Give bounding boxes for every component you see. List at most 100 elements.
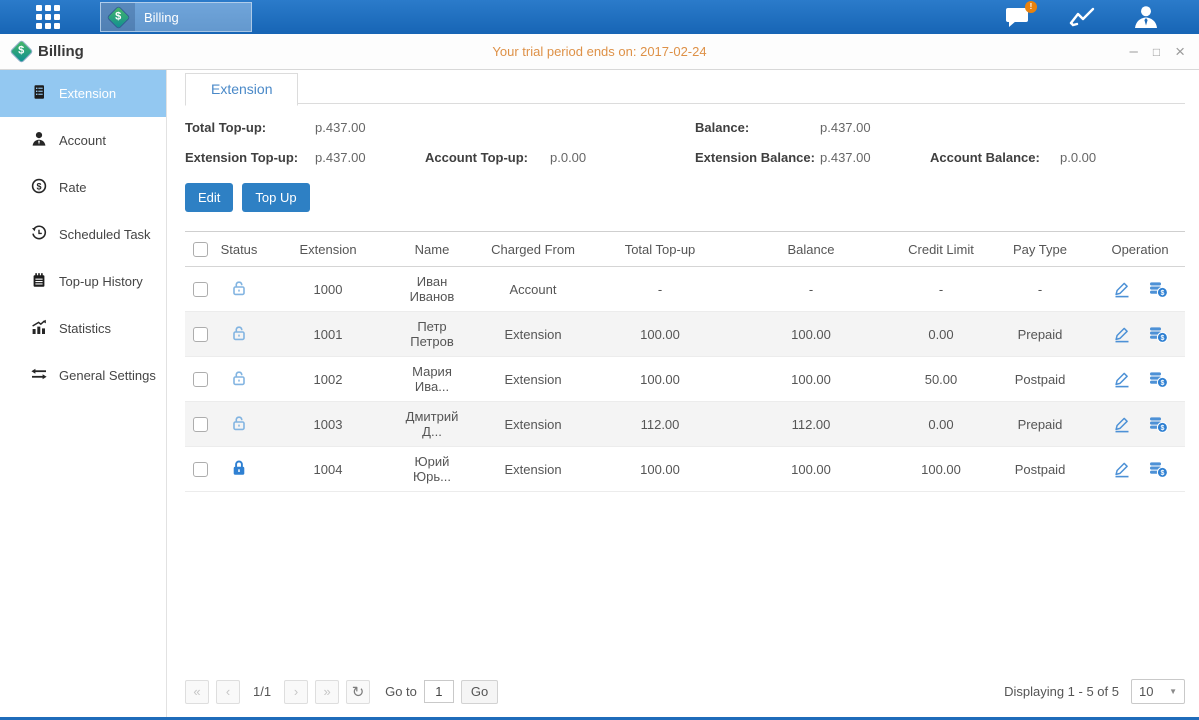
edit-pencil-icon[interactable]: [1113, 461, 1131, 478]
extension-cell: 1000: [263, 267, 393, 312]
balance-summary: Total Top-up: p.437.00 Balance: p.437.00…: [185, 120, 1185, 165]
balance-cell: 100.00: [725, 357, 897, 402]
edit-pencil-icon[interactable]: [1113, 326, 1131, 343]
row-checkbox[interactable]: [193, 417, 208, 432]
extension-balance-label: Extension Balance:: [695, 150, 820, 165]
statistics-chart-icon[interactable]: [1069, 6, 1095, 28]
table-row: 1000Иван ИвановAccount----$: [185, 267, 1185, 312]
total-topup-value: p.437.00: [315, 120, 425, 135]
last-page-button[interactable]: »: [315, 680, 339, 704]
messages-icon[interactable]: !: [1005, 5, 1031, 29]
row-checkbox[interactable]: [193, 282, 208, 297]
page-indicator: 1/1: [253, 684, 271, 699]
svg-text:$: $: [1160, 470, 1164, 477]
ledger-icon: [31, 84, 47, 103]
edit-pencil-icon[interactable]: [1113, 371, 1131, 388]
sidebar-item-label: General Settings: [59, 368, 156, 383]
lock-open-icon: [231, 279, 247, 296]
topup-coins-icon[interactable]: $: [1149, 461, 1168, 478]
edit-pencil-icon[interactable]: [1113, 416, 1131, 433]
sidebar-item-rate[interactable]: $ Rate: [0, 164, 166, 211]
status-cell: [215, 267, 263, 312]
total-topup-cell: 100.00: [595, 357, 725, 402]
top-up-button[interactable]: Top Up: [242, 183, 309, 212]
status-cell: [215, 447, 263, 492]
window-titlebar: $ Billing Your trial period ends on: 201…: [0, 34, 1199, 70]
balance-value: p.437.00: [820, 120, 930, 135]
total-topup-cell: 100.00: [595, 312, 725, 357]
lock-closed-icon: [231, 459, 247, 476]
col-pay-type: Pay Type: [985, 232, 1095, 267]
extension-page: Extension Total Top-up: p.437.00 Balance…: [167, 70, 1199, 717]
col-name: Name: [393, 232, 471, 267]
extension-cell: 1001: [263, 312, 393, 357]
tab-extension[interactable]: Extension: [185, 73, 298, 106]
go-button[interactable]: Go: [461, 680, 498, 704]
extension-cell: 1002: [263, 357, 393, 402]
notepad-icon: [31, 272, 47, 291]
lock-open-icon: [231, 369, 247, 386]
first-page-button[interactable]: «: [185, 680, 209, 704]
user-icon[interactable]: [1133, 5, 1159, 29]
transfer-arrows-icon: [31, 366, 47, 385]
refresh-icon[interactable]: ↻: [346, 680, 370, 704]
balance-label: Balance:: [695, 120, 820, 135]
sidebar-item-account[interactable]: Account: [0, 117, 166, 164]
topup-coins-icon[interactable]: $: [1149, 371, 1168, 388]
minimize-button[interactable]: –: [1129, 44, 1137, 59]
topup-coins-icon[interactable]: $: [1149, 416, 1168, 433]
credit-limit-cell: 50.00: [897, 357, 985, 402]
svg-text:$: $: [36, 181, 41, 191]
edit-pencil-icon[interactable]: [1113, 281, 1131, 298]
svg-text:$: $: [1160, 425, 1164, 432]
billing-app-icon: $: [101, 3, 135, 31]
prev-page-button[interactable]: ‹: [216, 680, 240, 704]
next-page-button[interactable]: ›: [284, 680, 308, 704]
status-cell: [215, 357, 263, 402]
displaying-text: Displaying 1 - 5 of 5: [1004, 684, 1119, 699]
account-topup-label: Account Top-up:: [425, 150, 550, 165]
topup-coins-icon[interactable]: $: [1149, 281, 1168, 298]
taskbar-billing-tab[interactable]: $ Billing: [100, 2, 252, 32]
topup-coins-icon[interactable]: $: [1149, 326, 1168, 343]
total-topup-cell: -: [595, 267, 725, 312]
table-row: 1003Дмитрий Д...Extension112.00112.000.0…: [185, 402, 1185, 447]
lock-open-icon: [231, 324, 247, 341]
maximize-button[interactable]: □: [1153, 46, 1160, 58]
credit-limit-cell: 0.00: [897, 312, 985, 357]
clock-icon: [31, 225, 47, 244]
apps-grid-icon[interactable]: [36, 5, 60, 29]
select-all-checkbox[interactable]: [193, 242, 208, 257]
row-checkbox[interactable]: [193, 462, 208, 477]
row-checkbox[interactable]: [193, 327, 208, 342]
sidebar-item-extension[interactable]: Extension: [0, 70, 166, 117]
close-button[interactable]: ×: [1175, 43, 1185, 60]
col-extension: Extension: [263, 232, 393, 267]
table-header-row: Status Extension Name Charged From Total…: [185, 232, 1185, 267]
total-topup-label: Total Top-up:: [185, 120, 315, 135]
sidebar-item-general-settings[interactable]: General Settings: [0, 352, 166, 399]
sidebar: Extension Account $ Rate: [0, 70, 167, 717]
goto-page-input[interactable]: [424, 680, 454, 703]
extension-topup-label: Extension Top-up:: [185, 150, 315, 165]
col-status: Status: [215, 232, 263, 267]
billing-app-window: $ Billing !: [0, 0, 1199, 720]
operation-cell: $: [1097, 326, 1183, 343]
name-cell: Иван Иванов: [393, 267, 471, 312]
balance-cell: 100.00: [725, 447, 897, 492]
taskbar: $ Billing !: [0, 0, 1199, 34]
sidebar-item-label: Account: [59, 133, 106, 148]
pay-type-cell: Prepaid: [985, 312, 1095, 357]
operation-cell: $: [1097, 416, 1183, 433]
lock-open-icon: [231, 414, 247, 431]
row-checkbox[interactable]: [193, 372, 208, 387]
sidebar-item-scheduled-task[interactable]: Scheduled Task: [0, 211, 166, 258]
page-size-select[interactable]: 10 ▼: [1131, 679, 1185, 704]
account-topup-value: p.0.00: [550, 150, 695, 165]
operation-cell: $: [1097, 371, 1183, 388]
edit-button[interactable]: Edit: [185, 183, 233, 212]
bar-chart-icon: [31, 319, 47, 338]
extensions-table: Status Extension Name Charged From Total…: [185, 231, 1185, 492]
sidebar-item-topup-history[interactable]: Top-up History: [0, 258, 166, 305]
sidebar-item-statistics[interactable]: Statistics: [0, 305, 166, 352]
